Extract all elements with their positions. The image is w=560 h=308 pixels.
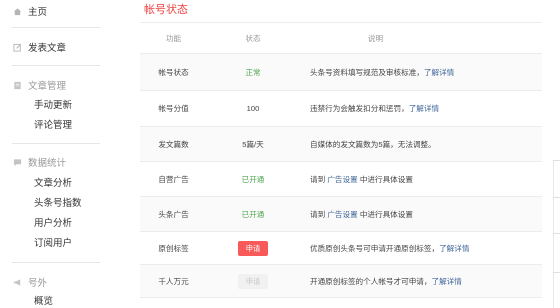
row-function: 头条广告 [158, 209, 189, 219]
sidebar-group-article: 文章管理 [13, 78, 66, 92]
header-function: 功能 [165, 33, 182, 43]
chat-icon [13, 158, 22, 167]
divider [12, 262, 100, 263]
table-row: 头条广告 已开通 请到 广告设置 中进行具体设置 [140, 197, 542, 232]
right-panel-tick [553, 197, 560, 198]
row-function: 千人万元 [158, 276, 189, 286]
header-status: 状态 [245, 33, 261, 43]
row-status: 100 [246, 104, 260, 113]
table-row: 帐号状态 正常 头条号资料填写规范及审核标准，了解详情 [140, 54, 542, 91]
row-status: 已开通 [241, 174, 265, 184]
row-description: 开通原创标签的个人帐号才可申请，了解详情 [310, 276, 462, 286]
row-function: 帐号分值 [158, 104, 189, 113]
sidebar-item-comments[interactable]: 评论管理 [34, 117, 72, 131]
apply-button[interactable]: 申请 [238, 240, 268, 256]
sidebar-group-label: 数据统计 [28, 158, 67, 169]
account-status-table: 功能 状态 说明 帐号状态 正常 头条号资料填写规范及审核标准，了解详情 帐号分… [140, 22, 542, 298]
sidebar: 主页 发表文章 文章管理 手动更新 评论管理 数据统计 文章分析 头条号指数 用… [0, 0, 104, 308]
sidebar-item-home[interactable]: 主页 [13, 4, 47, 18]
row-status: 已开通 [241, 209, 265, 219]
sidebar-item-label: 用户分析 [34, 218, 73, 229]
details-link[interactable]: 了解详情 [432, 277, 462, 286]
table-row: 自营广告 已开通 请到 广告设置 中进行具体设置 [140, 162, 542, 197]
right-panel-tick [553, 160, 560, 161]
edit-icon [13, 43, 22, 52]
details-link[interactable]: 了解详情 [424, 68, 454, 77]
sidebar-item-label: 概览 [34, 296, 54, 307]
page-title: 帐号状态 [144, 4, 188, 16]
table-row: 千人万元 申请 开通原创标签的个人帐号才可申请，了解详情 [140, 265, 542, 298]
row-description: 违禁行为会触发扣分和惩罚，了解详情 [310, 104, 440, 113]
right-panel-edge [553, 160, 554, 308]
megaphone-icon [13, 278, 22, 287]
sidebar-group-other: 号外 [13, 275, 47, 289]
sidebar-item-label: 主页 [28, 7, 48, 18]
right-panel-tick [553, 233, 560, 234]
sidebar-group-label: 文章管理 [28, 81, 67, 92]
sidebar-item-subscribers[interactable]: 订阅用户 [34, 235, 72, 249]
sidebar-item-user-analysis[interactable]: 用户分析 [34, 215, 72, 229]
row-function: 帐号状态 [158, 67, 189, 77]
right-panel-tick [553, 272, 560, 273]
header-description: 说明 [367, 33, 384, 43]
ad-settings-link[interactable]: 广告设置 [327, 210, 357, 219]
row-function: 自营广告 [158, 174, 189, 184]
sidebar-item-label: 评论管理 [34, 120, 73, 131]
row-description: 优质原创头条号可申请开通原创标签，了解详情 [310, 243, 470, 253]
table-header: 功能 状态 说明 [140, 23, 542, 54]
sidebar-item-manual-update[interactable]: 手动更新 [34, 97, 72, 111]
sidebar-item-label: 发表文章 [28, 43, 67, 54]
row-description: 请到 广告设置 中进行具体设置 [310, 209, 413, 219]
sidebar-item-publish[interactable]: 发表文章 [13, 40, 66, 54]
row-function: 发文篇数 [158, 139, 189, 149]
row-description: 自媒体的发文篇数为5篇，无法调整。 [310, 139, 436, 149]
table-row: 发文篇数 5篇/天 自媒体的发文篇数为5篇，无法调整。 [140, 127, 542, 162]
sidebar-item-index[interactable]: 头条号指数 [34, 195, 82, 209]
row-status: 申请 [207, 240, 299, 256]
sidebar-group-stats: 数据统计 [13, 155, 66, 169]
details-link[interactable]: 了解详情 [409, 104, 439, 113]
sidebar-item-overview[interactable]: 概览 [34, 293, 53, 307]
details-link[interactable]: 了解详情 [439, 244, 469, 253]
divider [12, 27, 100, 28]
divider [12, 143, 100, 144]
apply-button-disabled: 申请 [238, 273, 268, 289]
sidebar-group-label: 号外 [28, 278, 48, 289]
table-row: 帐号分值 100 违禁行为会触发扣分和惩罚，了解详情 [140, 91, 542, 127]
row-status: 5篇/天 [242, 139, 264, 149]
sidebar-item-label: 头条号指数 [34, 198, 82, 209]
row-status: 正常 [245, 67, 261, 77]
table-row: 原创标签 申请 优质原创头条号可申请开通原创标签，了解详情 [140, 232, 542, 265]
divider [12, 65, 100, 66]
sidebar-item-article-analysis[interactable]: 文章分析 [34, 175, 72, 189]
sidebar-item-label: 文章分析 [34, 178, 73, 189]
row-status: 申请 [207, 273, 299, 289]
row-function: 原创标签 [158, 243, 189, 253]
sidebar-item-label: 订阅用户 [34, 238, 73, 249]
row-description: 头条号资料填写规范及审核标准，了解详情 [310, 67, 455, 77]
home-icon [13, 7, 22, 16]
document-icon [13, 81, 22, 90]
ad-settings-link[interactable]: 广告设置 [327, 175, 357, 184]
sidebar-item-label: 手动更新 [34, 100, 73, 111]
row-description: 请到 广告设置 中进行具体设置 [310, 174, 413, 184]
